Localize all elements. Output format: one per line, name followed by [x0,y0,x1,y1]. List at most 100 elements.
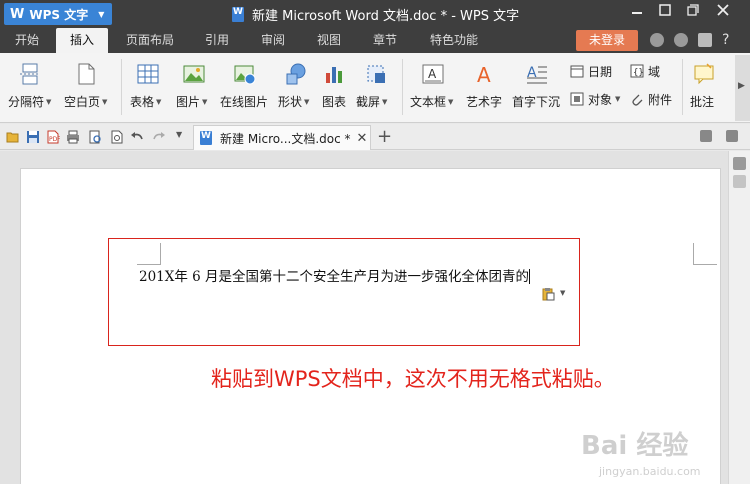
app-name: WPS 文字 [29,7,89,22]
text-cursor [529,269,531,284]
online-picture-button[interactable]: 在线图片 [220,53,270,119]
page-break-button[interactable]: 分隔符 ▼ [6,53,54,119]
ribbon-separator [682,59,683,115]
tab-home[interactable]: 开始 [4,28,50,53]
margin-corner-top-right [693,243,717,265]
save-icon[interactable] [26,130,40,144]
new-tab-icon[interactable]: + [377,126,392,147]
textbox-icon: A [422,64,444,84]
screenshot-button[interactable]: 截屏 ▼ [356,53,396,119]
screenshot-label: 截屏 [356,95,381,109]
screenshot-icon [367,65,385,83]
document-tab[interactable]: 新建 Micro...文档.doc * ✕ [193,125,371,150]
minimize-icon[interactable] [628,4,646,22]
chart-label: 图表 [322,95,347,109]
document-text[interactable]: 201X年 6 月是全国第十二个安全生产月为进一步强化全体团青的 [139,265,531,285]
tab-review[interactable]: 审阅 [252,28,294,53]
field-button[interactable]: {} 域 [630,62,660,80]
field-icon: {} [630,64,644,78]
ribbon-tab-bar: 开始 插入 页面布局 引用 审阅 视图 章节 特色功能 未登录 ? [0,28,750,53]
tab-section[interactable]: 章节 [364,28,406,53]
pasted-paragraph: 201X年 6 月是全国第十二个安全生产月为进一步强化全体团青的 [139,269,530,285]
svg-text:PDF: PDF [49,136,60,143]
comment-label: 批注 [690,95,715,109]
redo-icon[interactable] [152,130,166,144]
help-icon[interactable]: ? [722,32,729,48]
drop-cap-label: 首字下沉 [512,95,561,109]
tab-list-icon[interactable] [700,130,712,142]
table-icon [137,64,159,84]
scroll-top-icon[interactable] [733,157,746,170]
document-page[interactable]: 201X年 6 月是全国第十二个安全生产月为进一步强化全体团青的 ▼ 粘贴到WP… [20,168,721,484]
field-label: 域 [648,64,661,79]
comment-button[interactable]: 批注 [688,53,720,119]
textbox-button[interactable]: A 文本框 ▼ [408,53,458,119]
scroll-up-icon[interactable] [733,175,746,188]
wps-logo-icon: W [10,6,25,22]
blank-page-button[interactable]: 空白页 ▼ [62,53,110,119]
chart-button[interactable]: 图表 [320,53,350,119]
svg-text:A: A [527,65,537,81]
table-label: 表格 [130,95,155,109]
preview-icon[interactable] [110,130,124,144]
attachment-icon [632,94,643,106]
tab-view[interactable]: 视图 [308,28,350,53]
wordart-button[interactable]: A 艺术字 [464,53,506,119]
quick-access-bar: PDF ▼ 新建 Micro...文档.doc * ✕ + [0,124,750,150]
window-title-text: 新建 Microsoft Word 文档.doc * - WPS 文字 [252,9,520,24]
chevron-down-icon[interactable]: ▼ [560,289,565,297]
app-menu-button[interactable]: W WPS 文字 ▼ [4,3,112,25]
highlight-box [108,238,580,346]
window-title: 新建 Microsoft Word 文档.doc * - WPS 文字 [232,5,519,24]
blank-page-icon [78,63,95,85]
restore-icon[interactable] [684,4,702,22]
date-icon [570,65,584,78]
window-mode-icon[interactable] [726,130,738,142]
object-label: 对象 [588,92,613,107]
undo-icon[interactable] [130,130,144,144]
chevron-down-icon: ▼ [98,9,105,19]
svg-text:{}: {} [633,68,644,78]
print-preview-icon[interactable] [88,130,102,144]
word-document-icon [232,7,244,22]
svg-text:A: A [477,63,491,85]
sync-icon[interactable] [674,33,688,47]
export-pdf-icon[interactable]: PDF [46,130,60,144]
maximize-icon[interactable] [656,4,674,22]
table-button[interactable]: 表格 ▼ [128,53,168,119]
skin-icon[interactable] [650,33,664,47]
svg-text:A: A [428,67,437,81]
ribbon-separator [402,59,403,115]
shirt-icon[interactable] [698,33,712,47]
tab-references[interactable]: 引用 [196,28,238,53]
tab-special-features[interactable]: 特色功能 [420,28,488,53]
login-button[interactable]: 未登录 [576,30,638,51]
paste-options-icon[interactable] [541,287,555,301]
print-icon[interactable] [66,130,80,144]
open-folder-icon[interactable] [6,130,20,144]
insert-ribbon: 分隔符 ▼ 空白页 ▼ 表格 ▼ 图片 ▼ 在线图片 形状 ▼ 图表 截屏 ▼ A 文本框 ▼ [0,53,750,123]
date-button[interactable]: 日期 [570,62,612,80]
shapes-button[interactable]: 形状 ▼ [276,53,316,119]
attachment-button[interactable]: 附件 [630,90,672,108]
word-document-icon [200,131,212,145]
wordart-icon: A [477,63,491,85]
picture-icon [183,65,205,83]
page-break-label: 分隔符 [8,95,45,109]
close-tab-icon[interactable]: ✕ [357,131,368,146]
object-button[interactable]: 对象 ▼ [570,90,620,108]
picture-label: 图片 [176,95,201,109]
tab-page-layout[interactable]: 页面布局 [116,28,184,53]
vertical-scrollbar[interactable] [728,151,750,484]
online-picture-label: 在线图片 [220,95,269,109]
online-picture-icon [234,65,256,85]
ribbon-scroll-right[interactable]: ▶ [735,55,750,121]
close-icon[interactable] [714,4,732,22]
picture-button[interactable]: 图片 ▼ [174,53,214,119]
drop-cap-icon: A [527,65,547,84]
customize-toolbar-icon[interactable]: ▼ [176,130,182,139]
tab-insert[interactable]: 插入 [56,28,108,53]
document-tab-label: 新建 Micro...文档.doc * [220,131,351,146]
drop-cap-button[interactable]: A 首字下沉 [510,53,564,119]
baidu-jingyan-watermark: Bai 经验 [581,431,689,461]
